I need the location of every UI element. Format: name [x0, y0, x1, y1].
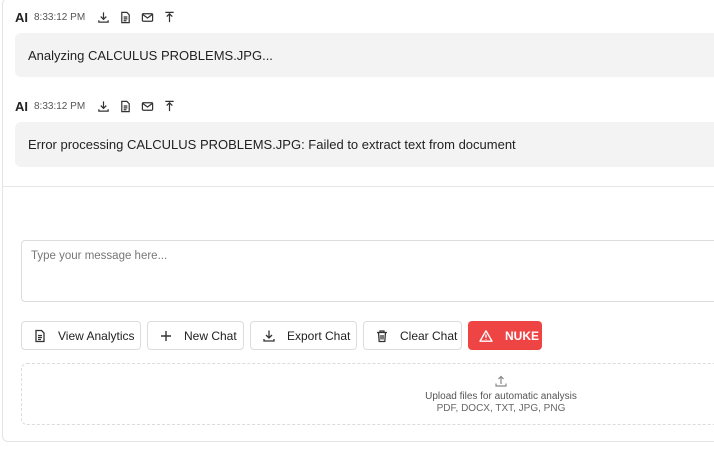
document-icon[interactable] — [119, 100, 132, 113]
mail-icon[interactable] — [141, 100, 154, 113]
nuke-button[interactable]: NUKE — [468, 321, 542, 350]
trash-icon — [375, 329, 389, 343]
clear-chat-label: Clear Chat — [400, 328, 458, 343]
view-analytics-label: View Analytics — [58, 328, 135, 343]
download-icon — [262, 329, 276, 343]
document-icon — [33, 329, 47, 343]
message-text: Error processing CALCULUS PROBLEMS.JPG: … — [28, 137, 516, 152]
upload-icon[interactable] — [163, 11, 176, 24]
download-icon[interactable] — [97, 11, 110, 24]
download-icon[interactable] — [97, 100, 110, 113]
export-chat-label: Export Chat — [287, 328, 351, 343]
upload-formats: PDF, DOCX, TXT, JPG, PNG — [436, 403, 566, 414]
message-input[interactable]: Type your message here... — [21, 240, 714, 302]
upload-title: Upload files for automatic analysis — [425, 391, 577, 402]
file-dropzone[interactable]: Upload files for automatic analysis PDF,… — [21, 363, 714, 425]
message-text: Analyzing CALCULUS PROBLEMS.JPG... — [28, 47, 273, 63]
message-bubble: Error processing CALCULUS PROBLEMS.JPG: … — [15, 122, 714, 167]
upload-icon[interactable] — [163, 100, 176, 113]
sender-label: AI — [15, 9, 28, 25]
mail-icon[interactable] — [141, 11, 154, 24]
view-analytics-button[interactable]: View Analytics — [21, 321, 141, 350]
message-bubble: Analyzing CALCULUS PROBLEMS.JPG... — [15, 33, 714, 77]
message-header: AI 8:33:12 PM — [15, 8, 185, 26]
message-timestamp: 8:33:12 PM — [34, 100, 86, 112]
warning-icon — [479, 329, 493, 343]
new-chat-button[interactable]: New Chat — [147, 321, 244, 350]
nuke-label: NUKE — [505, 328, 540, 343]
document-icon[interactable] — [119, 11, 132, 24]
message-timestamp: 8:33:12 PM — [34, 11, 86, 23]
export-chat-button[interactable]: Export Chat — [250, 321, 357, 350]
clear-chat-button[interactable]: Clear Chat — [363, 321, 462, 350]
message-header: AI 8:33:12 PM — [15, 97, 185, 115]
message-input-placeholder: Type your message here... — [31, 250, 168, 262]
plus-icon — [159, 329, 173, 343]
sender-label: AI — [15, 98, 28, 114]
new-chat-label: New Chat — [184, 328, 237, 343]
upload-icon — [494, 374, 508, 388]
divider — [2, 186, 714, 187]
